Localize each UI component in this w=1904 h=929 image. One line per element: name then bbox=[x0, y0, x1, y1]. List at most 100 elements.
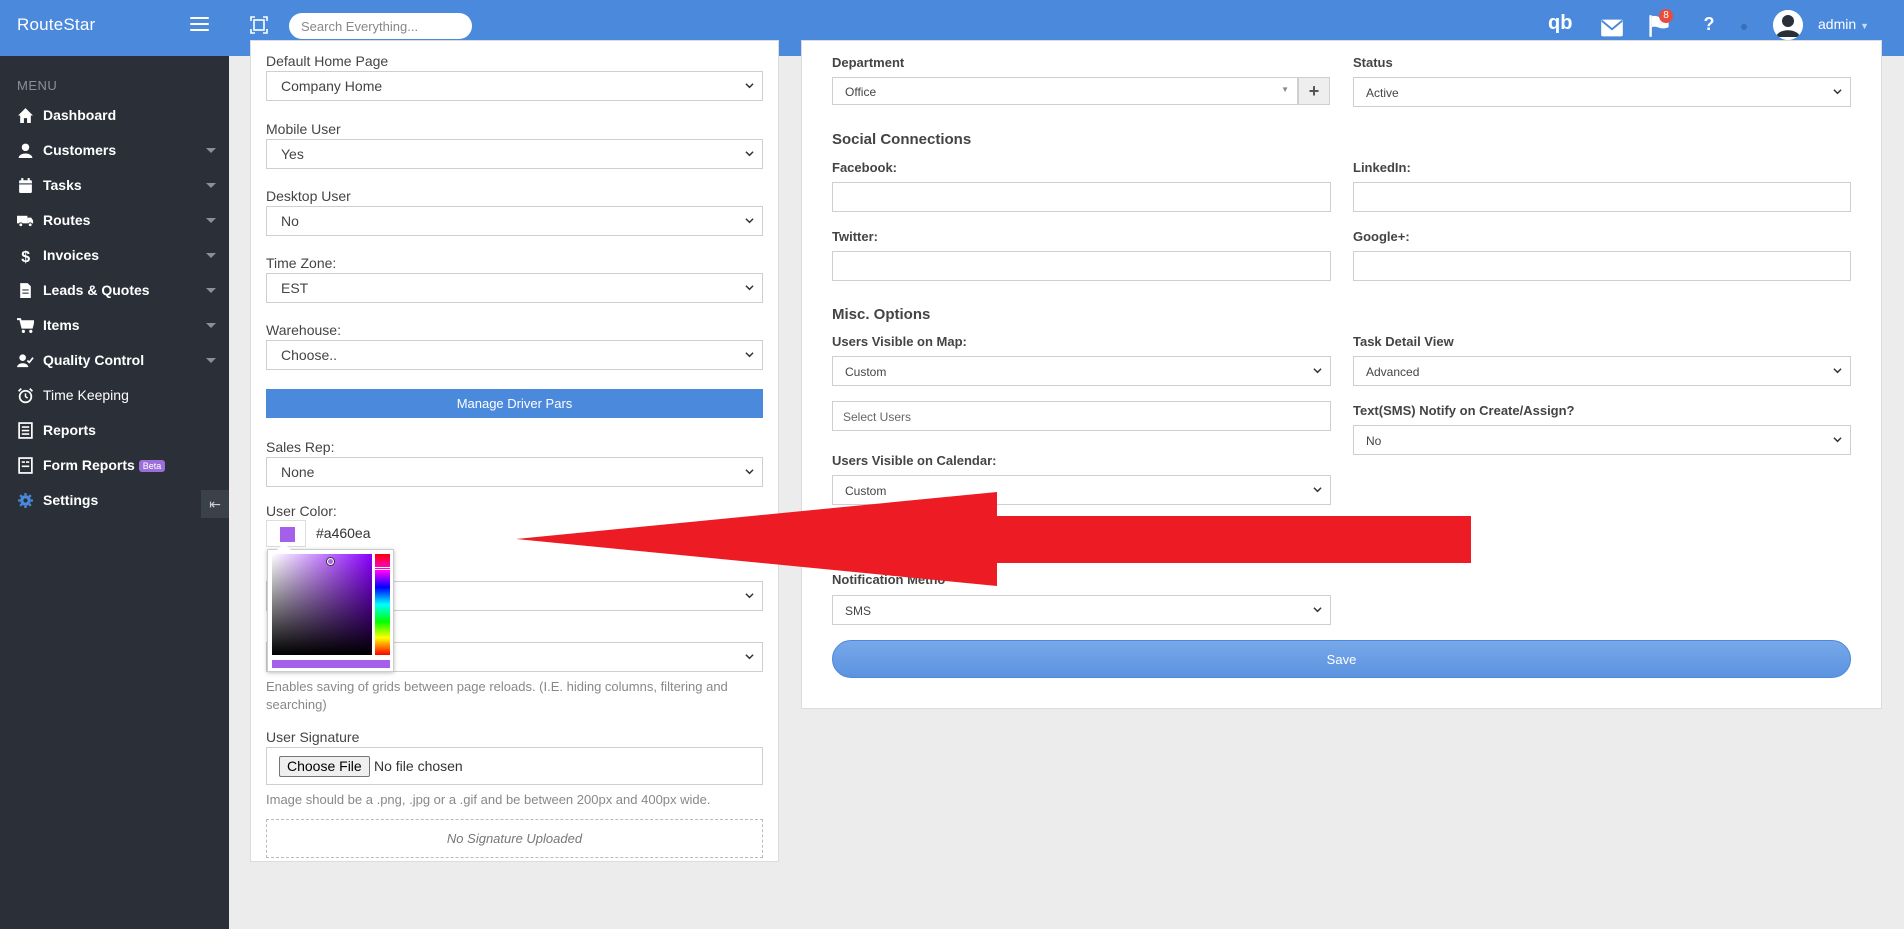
chevron-down-icon bbox=[745, 218, 754, 224]
chevron-down-icon bbox=[745, 654, 754, 660]
status-select[interactable]: Active bbox=[1353, 77, 1851, 107]
chevron-down-icon bbox=[206, 323, 216, 328]
beta-badge: Beta bbox=[138, 460, 166, 472]
hamburger-menu-icon[interactable] bbox=[190, 17, 209, 33]
chevron-down-icon bbox=[745, 285, 754, 291]
task-detail-view-select[interactable]: Advanced bbox=[1353, 356, 1851, 386]
choose-file-button[interactable]: Choose File bbox=[279, 756, 370, 777]
sidebar-item-customers[interactable]: Customers bbox=[0, 133, 229, 168]
notification-method-select[interactable]: SMS bbox=[832, 595, 1331, 625]
mail-icon[interactable] bbox=[1600, 16, 1624, 40]
sidebar-item-settings[interactable]: Settings bbox=[0, 483, 229, 518]
quickbooks-icon[interactable]: qb bbox=[1548, 12, 1572, 36]
chevron-down-icon bbox=[206, 253, 216, 258]
manage-driver-pars-button[interactable]: Manage Driver Pars bbox=[266, 389, 763, 418]
select-users-input[interactable]: Select Users bbox=[832, 401, 1331, 431]
mobile-user-select[interactable]: Yes bbox=[266, 139, 763, 169]
user-menu[interactable]: admin ▼ bbox=[1818, 16, 1869, 32]
linkedin-label: LinkedIn: bbox=[1353, 160, 1411, 175]
chevron-down-icon bbox=[206, 183, 216, 188]
users-visible-map-label: Users Visible on Map: bbox=[832, 334, 967, 349]
sidebar-item-label: Invoices bbox=[43, 247, 100, 263]
avatar[interactable] bbox=[1773, 10, 1803, 40]
time-zone-label: Time Zone: bbox=[266, 255, 337, 271]
sidebar-item-label: Settings bbox=[43, 492, 99, 508]
department-label: Department bbox=[832, 55, 905, 70]
gear-icon bbox=[18, 493, 33, 508]
chevron-down-icon bbox=[206, 148, 216, 153]
color-picker-popup[interactable] bbox=[267, 543, 394, 672]
users-visible-map-select[interactable]: Custom bbox=[832, 356, 1331, 386]
saturation-value-area[interactable] bbox=[272, 554, 372, 655]
fullscreen-icon[interactable] bbox=[250, 16, 268, 34]
sidebar-item-label: Tasks bbox=[43, 177, 82, 193]
chevron-down-icon bbox=[745, 469, 754, 475]
user-color-value[interactable]: #a460ea bbox=[316, 525, 371, 541]
linkedin-input[interactable] bbox=[1353, 182, 1851, 212]
sidebar-item-label: Routes bbox=[43, 212, 91, 228]
chevron-down-icon bbox=[1833, 89, 1842, 95]
sidebar-collapse-icon[interactable]: ⇤ bbox=[201, 490, 229, 518]
color-swatch bbox=[280, 527, 295, 542]
twitter-label: Twitter: bbox=[832, 229, 878, 244]
sidebar-item-items[interactable]: Items bbox=[0, 308, 229, 343]
calendar-icon bbox=[19, 178, 32, 193]
username-label: admin bbox=[1818, 16, 1857, 32]
chevron-down-icon bbox=[1313, 368, 1322, 374]
status-dot bbox=[1741, 24, 1747, 30]
user-color-label: User Color: bbox=[266, 503, 337, 519]
grid-save-help-text: Enables saving of grids between page rel… bbox=[266, 679, 728, 712]
chevron-down-icon bbox=[745, 352, 754, 358]
svg-text:$: $ bbox=[21, 249, 30, 264]
users-visible-calendar-label: Users Visible on Calendar: bbox=[832, 453, 997, 468]
chevron-down-icon bbox=[206, 218, 216, 223]
home-icon bbox=[18, 108, 33, 123]
task-detail-view-label: Task Detail View bbox=[1353, 334, 1454, 349]
signature-file-input[interactable]: Choose File No file chosen bbox=[266, 747, 763, 785]
default-home-page-select[interactable]: Company Home bbox=[266, 71, 763, 101]
user-icon bbox=[18, 143, 33, 158]
sms-notify-select[interactable]: No bbox=[1353, 425, 1851, 455]
desktop-user-select[interactable]: No bbox=[266, 206, 763, 236]
saturation-handle[interactable] bbox=[327, 558, 334, 565]
social-connections-title: Social Connections bbox=[832, 131, 972, 148]
warehouse-label: Warehouse: bbox=[266, 322, 341, 338]
brand-logo[interactable]: RouteStar bbox=[17, 15, 95, 35]
form-icon bbox=[18, 457, 33, 474]
sidebar-item-invoices[interactable]: $ Invoices bbox=[0, 238, 229, 273]
search-input[interactable] bbox=[289, 13, 472, 39]
sidebar-item-form-reports[interactable]: Form Reports Beta bbox=[0, 448, 229, 483]
warehouse-select[interactable]: Choose.. bbox=[266, 340, 763, 370]
googleplus-input[interactable] bbox=[1353, 251, 1851, 281]
sidebar-item-routes[interactable]: Routes bbox=[0, 203, 229, 238]
color-preview-bar bbox=[272, 660, 390, 668]
save-button[interactable]: Save bbox=[832, 640, 1851, 678]
sidebar-item-label: Time Keeping bbox=[43, 387, 129, 403]
twitter-input[interactable] bbox=[832, 251, 1331, 281]
sms-notify-label: Text(SMS) Notify on Create/Assign? bbox=[1353, 403, 1575, 418]
hue-slider[interactable] bbox=[374, 554, 391, 655]
sidebar-item-leads-quotes[interactable]: Leads & Quotes bbox=[0, 273, 229, 308]
add-department-button[interactable]: + bbox=[1298, 77, 1330, 105]
sidebar-item-reports[interactable]: Reports bbox=[0, 413, 229, 448]
chevron-down-icon: ▼ bbox=[1281, 85, 1289, 94]
sidebar-item-label: Form Reports Beta bbox=[43, 457, 166, 473]
default-home-page-label: Default Home Page bbox=[266, 53, 389, 69]
sales-rep-select[interactable]: None bbox=[266, 457, 763, 487]
notification-badge: 8 bbox=[1659, 9, 1673, 23]
facebook-input[interactable] bbox=[832, 182, 1331, 212]
sidebar-item-quality-control[interactable]: Quality Control bbox=[0, 343, 229, 378]
hue-handle[interactable] bbox=[374, 567, 391, 570]
misc-options-title: Misc. Options bbox=[832, 306, 931, 323]
sidebar-item-time-keeping[interactable]: Time Keeping bbox=[0, 378, 229, 413]
help-icon[interactable]: ? bbox=[1697, 14, 1721, 38]
signature-preview: No Signature Uploaded bbox=[266, 819, 763, 858]
time-zone-select[interactable]: EST bbox=[266, 273, 763, 303]
department-select[interactable]: Office ▼ bbox=[832, 77, 1298, 105]
chevron-down-icon bbox=[1313, 607, 1322, 613]
signature-help-text: Image should be a .png, .jpg or a .gif a… bbox=[266, 792, 711, 807]
picker-caret bbox=[277, 543, 291, 550]
sidebar-item-dashboard[interactable]: Dashboard bbox=[0, 98, 229, 133]
chevron-down-icon bbox=[206, 288, 216, 293]
sidebar-item-tasks[interactable]: Tasks bbox=[0, 168, 229, 203]
